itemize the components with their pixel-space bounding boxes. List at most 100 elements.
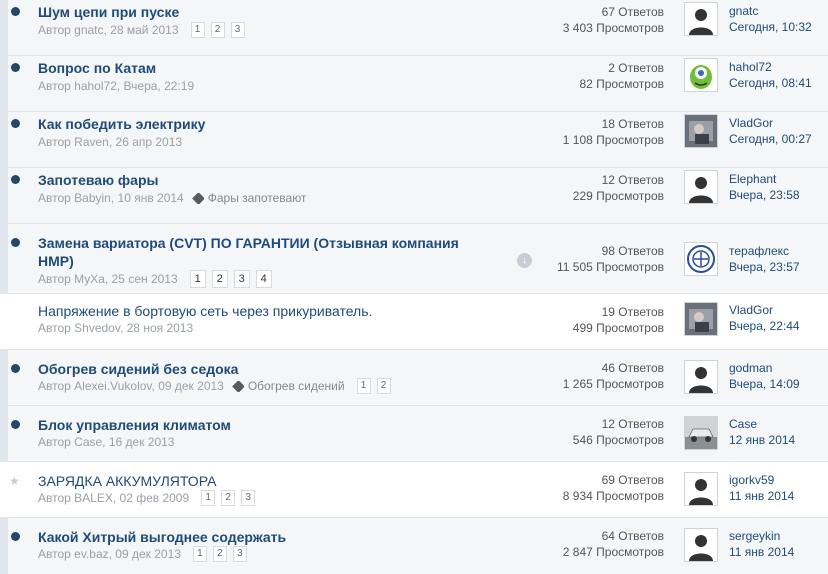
author-line: Автор Case, 16 дек 2013 [38,435,175,449]
tag-link[interactable]: Обогрев сидений [231,378,345,394]
page-link[interactable]: 1 [189,270,206,288]
unread-dot-icon [11,532,20,541]
last-post-user-link[interactable]: godman [729,360,800,376]
topic-meta: Автор Alexei.Vukolov, 09 дек 2013 Обогре… [38,378,397,394]
last-post-time-link[interactable]: Вчера, 23:58 [729,187,800,203]
topic-title-link[interactable]: Шум цепи при пуске [38,3,478,21]
avatar[interactable] [684,242,718,276]
topic-list: Шум цепи при пуске Автор gnatc, 28 май 2… [0,0,828,574]
views-count: 499 Просмотров [572,321,664,335]
last-post-time-link[interactable]: Вчера, 22:44 [729,318,800,334]
page-link[interactable]: 2 [210,22,225,38]
topic-meta: Автор ev.baz, 09 дек 2013 1 2 3 [38,546,253,562]
topic-row: Обогрев сидений без седока Автор Alexei.… [0,350,828,406]
author-line: Автор BALEX, 02 фев 2009 [38,491,190,505]
topic-meta: Автор Raven, 26 апр 2013 [38,134,182,150]
tag-icon [231,379,245,393]
arrow-down-icon[interactable]: ↓ [517,253,532,268]
unread-dot-icon [11,420,20,429]
topic-stats: 98 Ответов 11 505 Просмотров [557,243,664,275]
last-post-user-link[interactable]: Case [729,416,795,432]
last-post-info: gnatc Сегодня, 10:32 [729,3,812,35]
author-line: Автор МуХа, 25 сен 2013 [38,272,178,286]
last-post-time-link[interactable]: 11 янв 2014 [729,544,794,560]
avatar[interactable] [684,170,718,204]
last-post-user-link[interactable]: терафлекс [729,243,800,259]
avatar[interactable] [684,528,718,562]
last-post-user-link[interactable]: gnatc [729,3,812,19]
page-link[interactable]: 3 [233,270,250,288]
topic-title-link[interactable]: Блок управления климатом [38,416,478,434]
page-link[interactable]: 3 [232,546,247,562]
unread-dot-icon [11,119,20,128]
replies-count: 12 Ответов [601,173,664,187]
last-post-time-link[interactable]: 12 янв 2014 [729,432,795,448]
replies-count: 98 Ответов [601,244,664,258]
last-post-user-link[interactable]: hahol72 [729,59,812,75]
avatar[interactable] [684,416,718,450]
pagination: 1 2 3 [201,490,261,506]
views-count: 2 847 Просмотров [562,545,664,559]
last-post-time-link[interactable]: Вчера, 14:09 [729,376,800,392]
page-link[interactable]: 3 [230,22,245,38]
page-link[interactable]: 1 [201,490,216,506]
topic-title-link[interactable]: Запотеваю фары [38,171,478,189]
tag-icon [191,191,205,205]
pagination: 1 2 [356,378,397,394]
avatar[interactable] [684,114,718,148]
last-post-time-link[interactable]: 11 янв 2014 [729,488,794,504]
topic-title-link[interactable]: ЗАРЯДКА АККУМУЛЯТОРА [38,472,478,490]
topic-stats: 67 Ответов 3 403 Просмотров [563,4,664,36]
page-link[interactable]: 3 [241,490,256,506]
page-link[interactable]: 2 [211,270,228,288]
last-post-time-link[interactable]: Сегодня, 10:32 [729,19,812,35]
page-link[interactable]: 2 [376,378,391,394]
last-post-time-link[interactable]: Сегодня, 08:41 [729,75,812,91]
avatar[interactable] [684,302,718,336]
topic-row: Какой Хитрый выгоднее содержать Автор ev… [0,518,828,574]
topic-row: Шум цепи при пуске Автор gnatc, 28 май 2… [0,0,828,56]
last-post-info: VladGor Сегодня, 00:27 [729,115,812,147]
author-line: Автор hahol72, Вчера, 22:19 [38,79,195,93]
topic-title-link[interactable]: Какой Хитрый выгоднее содержать [38,528,478,546]
page-link[interactable]: 2 [212,546,227,562]
topic-title-link[interactable]: Вопрос по Катам [38,59,478,77]
last-post-user-link[interactable]: VladGor [729,302,800,318]
row-gutter [0,168,8,223]
topic-row: Блок управления климатом Автор Case, 16 … [0,406,828,462]
topic-title-link[interactable]: Напряжение в бортовую сеть через прикури… [38,302,478,320]
avatar[interactable] [684,472,718,506]
page-link[interactable]: 1 [356,378,371,394]
last-post-user-link[interactable]: igorkv59 [729,472,794,488]
last-post-user-link[interactable]: Elephant [729,171,800,187]
unread-dot-icon [11,63,20,72]
star-icon[interactable]: ★ [9,475,20,487]
unread-dot-icon [11,364,20,373]
alien-avatar-icon [685,59,717,91]
topic-stats: 18 Ответов 1 108 Просмотров [563,116,664,148]
topic-meta: Автор hahol72, Вчера, 22:19 [38,78,194,94]
page-link[interactable]: 1 [190,22,205,38]
topic-stats: 69 Ответов 8 934 Просмотров [563,472,664,504]
topic-title-link[interactable]: Замена вариатора (CVT) ПО ГАРАНТИИ (Отзы… [38,234,478,270]
avatar[interactable] [684,58,718,92]
last-post-user-link[interactable]: VladGor [729,115,812,131]
topic-title-link[interactable]: Обогрев сидений без седока [38,360,478,378]
last-post-info: igorkv59 11 янв 2014 [729,472,794,504]
avatar[interactable] [684,2,718,36]
last-post-time-link[interactable]: Сегодня, 00:27 [729,131,812,147]
avatar[interactable] [684,360,718,394]
last-post-user-link[interactable]: sergeykin [729,528,794,544]
tag-label: Фары запотевают [207,191,307,205]
topic-title-link[interactable]: Как победить электрику [38,115,478,133]
photo-avatar-icon [685,303,717,335]
last-post-time-link[interactable]: Вчера, 23:57 [729,259,800,275]
pagination: 1 2 3 [192,546,253,562]
views-count: 1 108 Просмотров [562,133,664,147]
topic-stats: 12 Ответов 229 Просмотров [573,172,664,204]
tag-link[interactable]: Фары запотевают [191,190,307,206]
page-link[interactable]: 2 [221,490,236,506]
page-link[interactable]: 1 [192,546,207,562]
topic-meta: Автор МуХа, 25 сен 2013 1 2 3 4 [38,270,278,288]
page-link[interactable]: 4 [255,270,272,288]
